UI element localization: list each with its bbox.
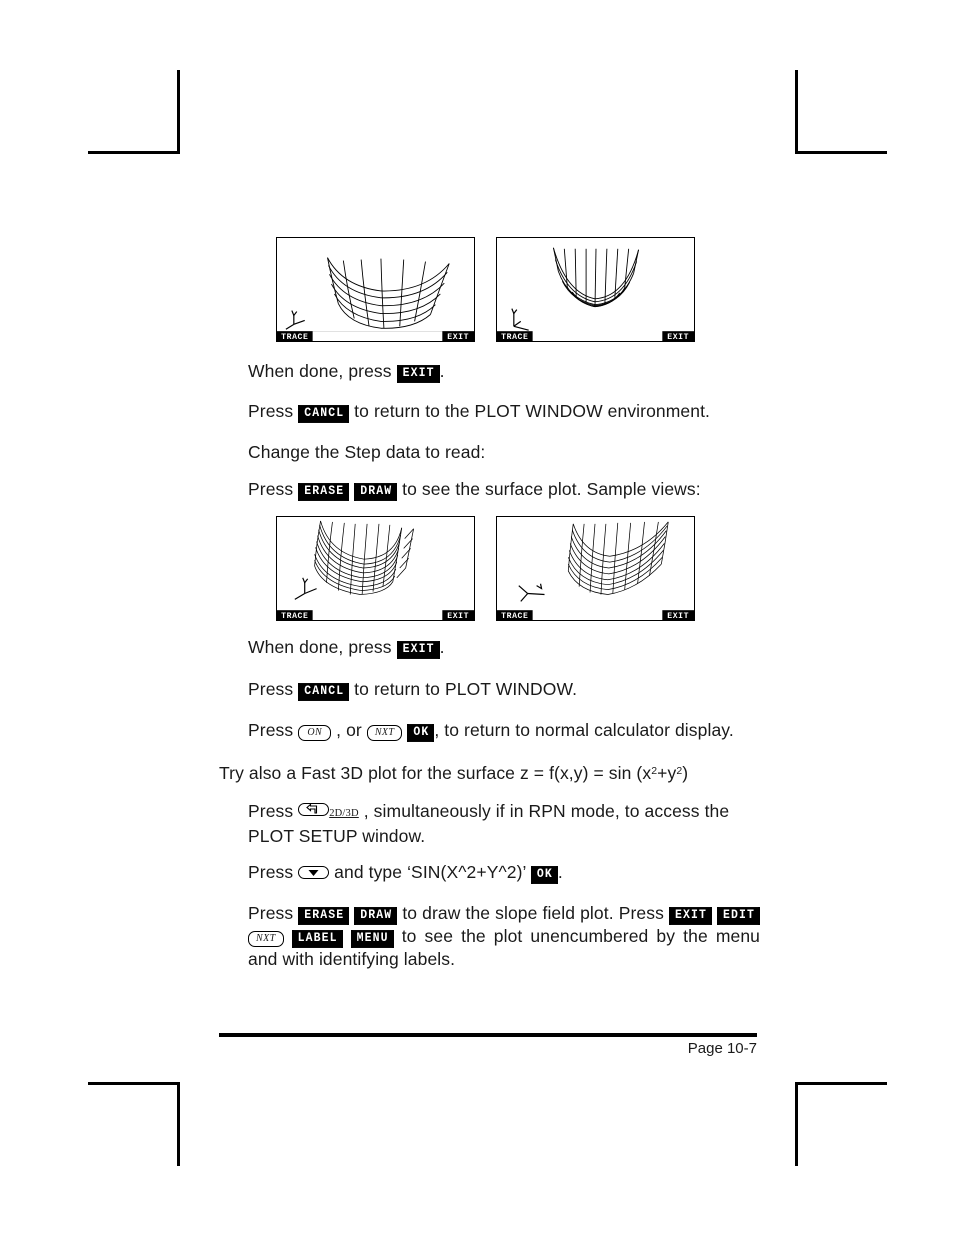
text-run: . [557,862,563,882]
softkey-exit[interactable]: EXIT [396,641,440,659]
text-run: to return to the PLOT WINDOW environment… [349,401,711,421]
key-down-arrow[interactable] [298,866,330,879]
text-run: When done, press [248,637,397,657]
softkey-erase[interactable]: ERASE [298,483,350,501]
text-run: +y [657,763,677,783]
paragraph-when-done-1: When done, press EXIT. [248,360,760,383]
text-run: , to return to normal calculator display… [434,720,734,740]
paragraph-press-down-type: Press and type ‘SIN(X^2+Y^2)’ OK. [248,861,760,884]
surface-plot-view-1: TRACE EXIT [276,237,475,342]
softkey-exit[interactable]: EXIT [396,365,440,383]
paragraph-press-2d3d: Press 2D/3D , simultaneously if in RPN m… [248,800,760,848]
screen-softkey-trace: TRACE [281,333,308,341]
softkey-ok[interactable]: OK [530,866,558,884]
screen-softkey-exit: EXIT [667,333,689,341]
text-run: , or [331,720,367,740]
softkey-edit[interactable]: EDIT [717,907,761,925]
text-run: . [439,637,445,657]
text-run [284,926,292,946]
text-run: Press [248,720,299,740]
surface-plot-view-2: TRACE EXIT [496,237,695,342]
softkey-cancl[interactable]: CANCL [298,405,350,423]
surface-plot-view-4: TRACE EXIT [496,516,695,621]
surface-plot-view-3: TRACE EXIT [276,516,475,621]
text-run: to see the surface plot. Sample views: [397,479,701,499]
key-nxt[interactable]: NXT [366,725,403,741]
text-run: . [439,361,445,381]
softkey-draw[interactable]: DRAW [354,907,398,925]
key-nxt[interactable]: NXT [248,931,284,947]
key-label-2d3d[interactable]: 2D/3D [329,808,359,819]
screen-softkey-exit: EXIT [447,612,469,620]
text-run: to draw the slope field plot. Press [397,903,669,923]
text-run: Change the Step data to read: [248,442,486,462]
document-page: TRACE EXIT TRACE EXIT TRACE EXIT TRACE E… [0,0,954,1235]
text-run: Press [248,479,299,499]
softkey-cancl[interactable]: CANCL [298,683,350,701]
text-run [343,926,351,946]
key-on[interactable]: ON [298,725,332,741]
softkey-ok[interactable]: OK [407,724,435,742]
text-run: Press [248,401,299,421]
crop-mark-top-right [795,70,887,154]
paragraph-press-erase-draw-1: Press ERASE DRAW to see the surface plot… [248,478,760,501]
paragraph-press-cancl-2: Press CANCL to return to PLOT WINDOW. [248,678,760,701]
softkey-erase[interactable]: ERASE [298,907,350,925]
screen-softkey-exit: EXIT [447,333,469,341]
softkey-draw[interactable]: DRAW [354,483,398,501]
text-run: to return to PLOT WINDOW. [349,679,578,699]
text-run: Press [248,801,299,821]
page-number: Page 10-7 [687,1040,757,1057]
softkey-label[interactable]: LABEL [291,930,343,948]
key-left-shift-arrow[interactable] [298,803,330,816]
footer-divider [219,1033,757,1037]
crop-mark-top-left [88,70,180,154]
paragraph-when-done-2: When done, press EXIT. [248,636,760,659]
text-run: ) [682,763,689,783]
text-run: and type ‘SIN(X^2+Y^2)’ [329,862,531,882]
softkey-exit[interactable]: EXIT [668,907,712,925]
screen-softkey-trace: TRACE [501,612,528,620]
text-run: Try also a Fast 3D plot for the surface … [219,763,652,783]
paragraph-press-on-nxt-ok: Press ON , or NXT OK, to return to norma… [248,719,760,742]
paragraph-try-also-fast3d: Try also a Fast 3D plot for the surface … [219,760,760,785]
text-run: Press [248,862,299,882]
text-run: When done, press [248,361,397,381]
text-run: Press [248,679,299,699]
paragraph-change-step: Change the Step data to read: [248,441,760,464]
screen-softkey-trace: TRACE [501,333,528,341]
paragraph-press-erase-draw-2: Press ERASE DRAW to draw the slope field… [248,902,761,971]
softkey-menu[interactable]: MENU [350,930,394,948]
screen-softkey-trace: TRACE [281,612,308,620]
crop-mark-bottom-right [795,1082,887,1166]
text-run: Press [248,903,299,923]
paragraph-press-cancl-1: Press CANCL to return to the PLOT WINDOW… [248,400,760,423]
screen-softkey-exit: EXIT [667,612,689,620]
crop-mark-bottom-left [88,1082,180,1166]
